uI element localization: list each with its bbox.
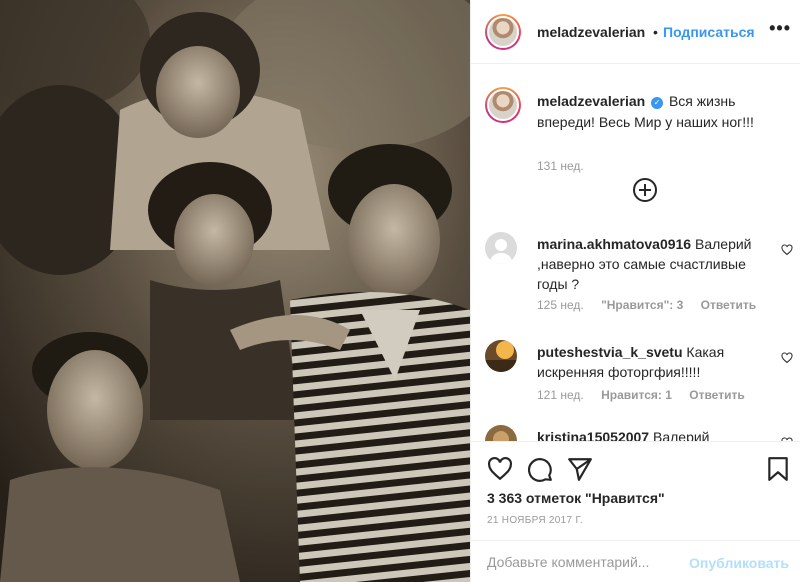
comment-text: Валерий — [652, 429, 710, 441]
comment-likes[interactable]: "Нравится": 3 — [601, 298, 683, 312]
post-photo[interactable] — [0, 0, 470, 582]
publish-button[interactable]: Опубликовать — [689, 555, 789, 571]
comment-likes[interactable]: Нравится: 1 — [601, 388, 672, 402]
author-username[interactable]: meladzevalerian — [537, 24, 645, 40]
comment-input[interactable] — [487, 549, 687, 575]
comment-meta: 121 нед. Нравится: 1 Ответить — [537, 388, 759, 402]
more-options-icon[interactable]: ••• — [769, 18, 791, 39]
verified-badge-icon: ✓ — [651, 97, 664, 109]
comment-username[interactable]: marina.akhmatova0916 — [537, 236, 691, 252]
add-comment-bar: Опубликовать — [471, 540, 800, 582]
share-icon[interactable] — [567, 456, 593, 482]
comment-item: kristina15052007 Валерий — [485, 423, 800, 441]
bookmark-icon[interactable] — [765, 456, 791, 482]
separator-dot: • — [653, 24, 658, 40]
comment-item: puteshestvia_k_svetu Какая искренняя фот… — [485, 338, 800, 408]
post-photo-image — [0, 0, 470, 582]
follow-button[interactable]: Подписаться — [663, 24, 755, 40]
caption-avatar[interactable] — [485, 87, 521, 123]
comment-item: marina.akhmatova0916 Валерий ,наверно эт… — [485, 230, 800, 320]
comment-text-block: puteshestvia_k_svetu Какая искренняя фот… — [537, 342, 777, 382]
comment-avatar[interactable] — [485, 425, 517, 441]
post-actions: 3 363 отметок "Нравится" 21 НОЯБРЯ 2017 … — [471, 441, 800, 549]
comment-time[interactable]: 125 нед. — [537, 298, 584, 312]
comment-time[interactable]: 121 нед. — [537, 388, 584, 402]
reply-button[interactable]: Ответить — [701, 298, 756, 312]
post-sidebar: meladzevalerian • Подписаться ••• meladz… — [470, 0, 800, 582]
heart-icon[interactable] — [487, 456, 513, 482]
comment-icon[interactable] — [527, 456, 553, 482]
comment-like-heart-icon[interactable] — [781, 352, 793, 364]
post-header: meladzevalerian • Подписаться ••• — [471, 0, 800, 64]
comment-text-block: marina.akhmatova0916 Валерий ,наверно эт… — [537, 234, 777, 294]
post-date[interactable]: 21 НОЯБРЯ 2017 Г. — [487, 515, 583, 526]
comment-username[interactable]: kristina15052007 — [537, 429, 649, 441]
likes-count[interactable]: 3 363 отметок "Нравится" — [487, 490, 665, 506]
reply-button[interactable]: Ответить — [689, 388, 744, 402]
comment-avatar[interactable] — [485, 232, 517, 264]
caption-username[interactable]: meladzevalerian — [537, 93, 645, 109]
caption-text-block: meladzevalerian ✓ Вся жизнь впереди! Вес… — [537, 91, 782, 133]
comment-text-block: kristina15052007 Валерий — [537, 427, 777, 441]
comments-list[interactable]: meladzevalerian ✓ Вся жизнь впереди! Вес… — [471, 65, 800, 441]
comment-avatar[interactable] — [485, 340, 517, 372]
comment-like-heart-icon[interactable] — [781, 244, 793, 256]
caption-time[interactable]: 131 нед. — [537, 159, 584, 173]
author-avatar[interactable] — [485, 14, 521, 50]
comment-username[interactable]: puteshestvia_k_svetu — [537, 344, 683, 360]
load-more-comments-icon[interactable] — [633, 178, 657, 202]
comment-meta: 125 нед. "Нравится": 3 Ответить — [537, 298, 770, 312]
